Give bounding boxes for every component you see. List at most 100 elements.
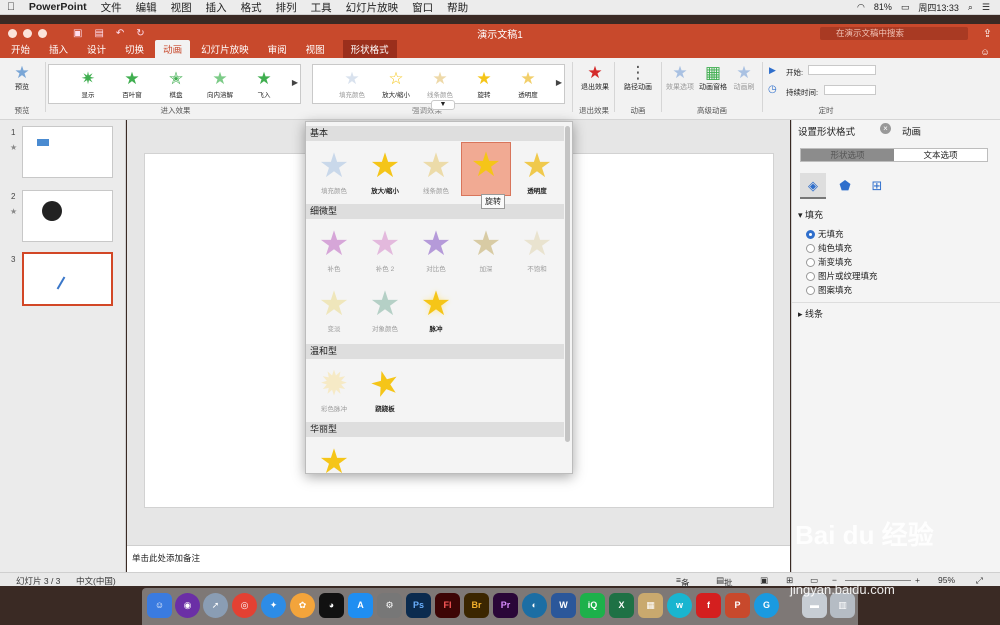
shape-options-tab[interactable]: 形状选项 — [801, 149, 894, 161]
menu-help[interactable]: 帮助 — [440, 0, 475, 15]
entrance-effect-blinds[interactable]: ★ 百叶窗 — [112, 68, 152, 99]
finder-icon[interactable]: ☺ — [147, 593, 172, 618]
spotlight-icon[interactable]: ⌕ — [968, 2, 973, 13]
animation-pane-tab[interactable]: 动画 — [902, 124, 921, 138]
fit-window-icon[interactable]: ⤢ — [976, 575, 983, 586]
emphasis-effect-transparency[interactable]: ★ 透明度 — [508, 68, 548, 99]
safari-icon[interactable]: ✦ — [261, 593, 286, 618]
effect-complementary-2[interactable]: ★ 补色 2 — [360, 222, 410, 276]
battery-text[interactable]: 81% — [874, 2, 892, 12]
premiere-icon[interactable]: Pr — [493, 593, 518, 618]
system-preferences-icon[interactable]: ⚙ — [377, 593, 402, 618]
slide-thumbnail-1[interactable] — [22, 126, 113, 178]
no-fill-radio[interactable]: 无填充 — [806, 228, 844, 240]
picture-fill-radio[interactable]: 图片或纹理填充 — [806, 270, 878, 282]
tab-animations[interactable]: 动画 — [155, 40, 191, 58]
gradient-fill-radio[interactable]: 渐变填充 — [806, 256, 852, 268]
share-icon[interactable]: ⇪ — [983, 27, 992, 40]
powerpoint-icon[interactable]: P — [725, 593, 750, 618]
entrance-effect-dissolve[interactable]: ★ 向内溶解 — [200, 68, 240, 99]
effect-options-button[interactable]: ★ 效果选项 — [664, 64, 696, 92]
zoom-level[interactable]: 95% — [938, 575, 955, 585]
launchpad-icon[interactable]: ➚ — [203, 593, 228, 618]
menu-file[interactable]: 文件 — [94, 0, 129, 15]
tab-review[interactable]: 审阅 — [260, 40, 295, 58]
line-section-header[interactable]: ▸ 线条 — [798, 307, 823, 320]
gallery-expand-button[interactable]: ▼ — [431, 100, 455, 110]
effect-spin[interactable]: ★ — [461, 142, 511, 196]
effect-transparency[interactable]: ★ 透明度 — [512, 144, 562, 198]
effect-object-color[interactable]: ★ 对象颜色 — [360, 282, 410, 336]
clock[interactable]: 周四13:33 — [918, 1, 959, 14]
feedback-smiley-icon[interactable]: ☺ — [980, 47, 1000, 58]
animation-pane-button[interactable]: ▦ 动画窗格 — [698, 64, 728, 92]
tab-view[interactable]: 视图 — [298, 40, 333, 58]
zoom-slider[interactable] — [845, 580, 911, 581]
w-app-icon[interactable]: w — [667, 593, 692, 618]
siri-icon[interactable]: ◉ — [175, 593, 200, 618]
comments-button[interactable]: ▤ 批注 — [716, 575, 733, 600]
tab-insert[interactable]: 插入 — [41, 40, 76, 58]
app-menu[interactable]: PowerPoint — [22, 1, 94, 13]
browser-icon[interactable]: ◐ — [522, 593, 547, 618]
slide-thumbnail-3[interactable] — [22, 252, 113, 306]
tab-slideshow[interactable]: 幻灯片放映 — [193, 40, 257, 58]
menu-arrange[interactable]: 排列 — [269, 0, 304, 15]
effect-complementary[interactable]: ★ 补色 — [309, 222, 359, 276]
iqiyi-icon[interactable]: iQ — [580, 593, 605, 618]
dropdown-scrollbar[interactable] — [565, 126, 570, 442]
menu-view[interactable]: 视图 — [164, 0, 199, 15]
search-input[interactable]: 在演示文稿中搜索 — [820, 27, 968, 40]
entrance-effect-checkerboard[interactable]: ✭ 棋盘 — [156, 68, 196, 99]
exit-effects-button[interactable]: ★ 退出效果 — [575, 64, 615, 92]
archive-icon[interactable]: ▦ — [638, 593, 663, 618]
effect-teeter[interactable]: ★ 跷跷板 — [360, 362, 410, 416]
fill-bucket-icon[interactable]: ◈ — [800, 173, 826, 199]
excel-icon[interactable]: X — [609, 593, 634, 618]
tab-design[interactable]: 设计 — [79, 40, 114, 58]
emphasis-effect-fill[interactable]: ★ 填充颜色 — [332, 68, 372, 99]
wifi-icon[interactable]: ◠ — [857, 2, 865, 13]
effect-darken[interactable]: ★ 加深 — [461, 222, 511, 276]
effect-pulse[interactable]: ★ 脉冲 — [411, 282, 461, 336]
effect-exciting-first[interactable]: ★ — [309, 440, 359, 473]
menu-slideshow[interactable]: 幻灯片放映 — [339, 0, 406, 15]
entrance-effect-appear[interactable]: ✷ 显示 — [68, 68, 108, 99]
normal-view-icon[interactable]: ▣ — [760, 575, 768, 586]
effect-line-color[interactable]: ★ 线条颜色 — [411, 144, 461, 198]
pattern-fill-radio[interactable]: 图案填充 — [806, 284, 852, 296]
text-options-tab[interactable]: 文本选项 — [894, 149, 987, 161]
effect-fill-color[interactable]: ★ 填充颜色 — [309, 144, 359, 198]
emphasis-effect-grow[interactable]: ☆ 放大/缩小 — [376, 68, 416, 99]
menu-window[interactable]: 窗口 — [405, 0, 440, 15]
bridge-icon[interactable]: Br — [464, 593, 489, 618]
close-icon[interactable]: × — [880, 123, 891, 134]
gallery-next-icon[interactable]: ▶ — [556, 78, 562, 87]
effect-desaturate[interactable]: ★ 不饱和 — [512, 222, 562, 276]
emphasis-effect-line[interactable]: ★ 线条颜色 — [420, 68, 460, 99]
menu-tools[interactable]: 工具 — [304, 0, 339, 15]
flash-icon[interactable]: Fl — [435, 593, 460, 618]
start-dropdown[interactable] — [808, 65, 876, 75]
size-icon[interactable]: ⊞ — [864, 173, 890, 199]
effect-contrasting[interactable]: ★ 对比色 — [411, 222, 461, 276]
duration-field[interactable] — [824, 85, 876, 95]
effect-color-pulse[interactable]: ✹ 彩色脉冲 — [309, 362, 359, 416]
notes-button[interactable]: ≡ 备注 — [676, 575, 689, 600]
solid-fill-radio[interactable]: 纯色填充 — [806, 242, 852, 254]
flash-player-icon[interactable]: f — [696, 593, 721, 618]
tab-shape-format[interactable]: 形状格式 — [342, 40, 397, 58]
chrome-icon[interactable]: ◎ — [232, 593, 257, 618]
entrance-effect-flyin[interactable]: ★ 飞入 — [244, 68, 284, 99]
gallery-next-icon[interactable]: ▶ — [292, 78, 298, 87]
menu-format[interactable]: 格式 — [234, 0, 269, 15]
zoom-in-icon[interactable]: + — [915, 575, 920, 585]
apple-icon[interactable]:  — [0, 1, 22, 13]
qq-icon[interactable]: ◕ — [319, 593, 344, 618]
path-animation-button[interactable]: ⋮ 路径动画 — [618, 64, 658, 92]
g-app-icon[interactable]: G — [754, 593, 779, 618]
effect-lighten[interactable]: ★ 变淡 — [309, 282, 359, 336]
photos-icon[interactable]: ✿ — [290, 593, 315, 618]
notes-pane[interactable]: 单击此处添加备注 — [127, 545, 790, 572]
photoshop-icon[interactable]: Ps — [406, 593, 431, 618]
